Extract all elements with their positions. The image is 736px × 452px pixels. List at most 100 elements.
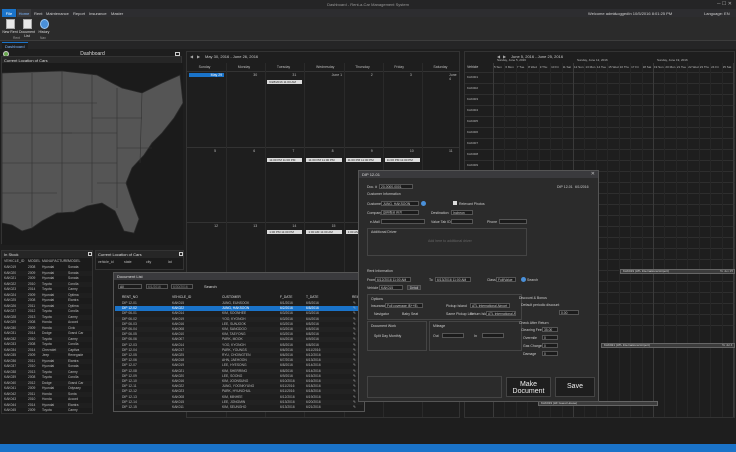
edit-icon[interactable]: ✎ <box>353 384 356 388</box>
detail-button[interactable]: Detail <box>407 285 421 290</box>
new-rent-button[interactable]: New Rent <box>2 19 18 34</box>
edit-icon[interactable]: ✎ <box>353 363 356 367</box>
calendar-date[interactable]: 3 <box>410 73 412 77</box>
to-date-field[interactable]: 6/13/2016 11:00 AM <box>435 277 471 282</box>
table-row[interactable]: KAK024 2009 Hyundai Optima <box>2 292 92 298</box>
edit-icon[interactable]: ✎ <box>353 374 356 378</box>
table-row[interactable]: KAK036 2011 Hyundai Elantra <box>2 358 92 364</box>
expand-icon[interactable] <box>88 252 92 256</box>
table-row[interactable]: KAK043 2010 Honda Accord <box>2 397 92 402</box>
doc-no-field[interactable]: 20-0000-0001 <box>379 184 413 189</box>
return-select[interactable]: ATL International Airport <box>486 311 516 316</box>
edit-icon[interactable]: ✎ <box>353 389 356 393</box>
table-row[interactable]: KAK028 2013 Toyota Camry <box>2 314 92 320</box>
table-row[interactable]: KAK033 2008 Toyota Corolla <box>2 342 92 347</box>
schedule-vehicle-row[interactable]: KAK007 <box>467 141 478 145</box>
relevant-photos-checkbox[interactable] <box>453 201 457 205</box>
schedule-vehicle-row[interactable]: KAK001 <box>467 75 478 79</box>
calendar-event[interactable]: 11:00 PM 11:00 PM <box>267 158 303 162</box>
calendar-event[interactable]: 1:00 AM 11:00 AM <box>306 230 342 234</box>
booking-bar[interactable]: KAK021 (ATL International Airport) <box>601 343 735 348</box>
from-date-field[interactable]: 6/12/2016 11:00 AM <box>375 277 411 282</box>
document-column-header[interactable]: T_DATE <box>306 295 318 299</box>
out-mileage-field[interactable] <box>442 333 464 338</box>
filter-to-date[interactable]: 6/30/2016 <box>171 284 193 289</box>
class-field[interactable]: Full/Value <box>496 277 516 282</box>
table-row[interactable]: KAK023 2014 Toyota Camry <box>2 287 92 292</box>
document-column-header[interactable]: F_DATE <box>280 295 292 299</box>
tab-dashboard[interactable]: Dashboard <box>2 42 28 49</box>
edit-icon[interactable]: ✎ <box>353 358 356 362</box>
calendar-date[interactable]: 13 <box>253 224 257 228</box>
table-row[interactable]: KAK029 2008 Honda Accord <box>2 320 92 325</box>
table-row[interactable]: KAK039 2008 Toyota Corolla <box>2 375 92 380</box>
value-tab-field[interactable] <box>451 219 473 224</box>
rent-search-label[interactable]: Search <box>527 278 538 282</box>
table-row[interactable]: KAK034 2014 Chevrolet Captiva <box>2 347 92 353</box>
schedule-vehicle-row[interactable]: KAK003 <box>467 97 478 101</box>
overmile-field[interactable]: 0 <box>542 335 558 340</box>
schedule-vehicle-row[interactable]: KAK002 <box>467 86 478 90</box>
gas-charge-field[interactable]: 0 <box>542 343 558 348</box>
table-row[interactable]: KAK030 2009 Honda Civic <box>2 325 92 331</box>
remarks-box[interactable] <box>367 376 502 398</box>
split-day-checkbox[interactable]: Split Day Monthly <box>374 334 401 338</box>
in-stock-col-model[interactable]: MODEL <box>28 259 40 263</box>
table-row[interactable]: KAK035 2009 Jeep Renegade <box>2 353 92 358</box>
close-icon[interactable]: ✕ <box>591 171 595 177</box>
in-mileage-field[interactable] <box>482 333 504 338</box>
loc-col-vehicle[interactable]: vehicle_id <box>98 260 114 264</box>
calendar-event[interactable]: 11:00 PM 11:00 PM <box>306 158 342 162</box>
schedule-vehicle-row[interactable]: KAK005 <box>467 119 478 123</box>
calendar-date[interactable]: 9 <box>371 149 373 153</box>
cleaning-fee-field[interactable]: 35.00 <box>542 327 558 332</box>
document-column-header[interactable]: VEHICLE_ID <box>172 295 191 299</box>
calendar-next-icon[interactable]: ▶ <box>197 54 200 59</box>
edit-icon[interactable]: ✎ <box>353 306 356 310</box>
in-stock-col-manufacture[interactable]: MANUFACTURE <box>42 259 69 263</box>
menu-report[interactable]: Report <box>73 11 85 16</box>
calendar-date[interactable]: 10 <box>410 149 414 153</box>
table-row[interactable]: KAK019 2008 Hyundai Sonata <box>2 265 92 270</box>
search-button[interactable]: Search <box>204 284 217 289</box>
table-row[interactable]: KAK031 2014 Dodge Grand Car <box>2 331 92 336</box>
calendar-date[interactable]: 12 <box>214 224 218 228</box>
in-stock-col-vehicle[interactable]: VEHICLE_ID <box>4 259 24 263</box>
calendar-event[interactable]: 1:00 PM 11:00 PM <box>267 230 303 234</box>
filter-from-date[interactable]: 6/1/2016 <box>146 284 168 289</box>
calendar-date[interactable]: 8 <box>332 149 334 153</box>
discount-field[interactable]: 0.00 <box>559 310 579 315</box>
schedule-vehicle-row[interactable]: KAK008 <box>467 152 478 156</box>
baby-seat-checkbox[interactable]: Baby Seat <box>402 312 418 316</box>
loc-col-lat[interactable]: lat <box>168 260 172 264</box>
loc-col-state[interactable]: state <box>124 260 132 264</box>
table-row[interactable]: KAK020 2009 Hyundai Sonata <box>2 270 92 276</box>
window-controls[interactable]: ─ ☐ ✕ <box>717 1 732 7</box>
edit-icon[interactable]: ✎ <box>353 395 356 399</box>
calendar-date[interactable]: June 4 <box>449 73 459 81</box>
table-row[interactable]: KAK042 2011 Honda Sonta <box>2 391 92 397</box>
menu-maintenance[interactable]: Maintenance <box>46 11 69 16</box>
menu-rent[interactable]: Rent <box>34 11 42 16</box>
calendar-event[interactable]: 11:00 PM 11:00 PM <box>345 158 381 162</box>
edit-icon[interactable]: ✎ <box>353 332 356 336</box>
calendar-prev-icon[interactable]: ◀ <box>190 54 193 59</box>
calendar-event[interactable]: 11:00 PM 11:00 PM <box>384 158 420 162</box>
document-column-header[interactable]: RENT_NO <box>122 295 138 299</box>
history-button[interactable]: History <box>36 19 52 34</box>
menu-insurance[interactable]: Insurance <box>89 11 107 16</box>
edit-icon[interactable]: ✎ <box>353 348 356 352</box>
calendar-date[interactable]: 11 <box>449 149 453 153</box>
table-row[interactable]: DIP 12-15 KAK011 KIM, SEUNGHO 6/13/2016 6/21… <box>115 405 363 410</box>
table-row[interactable]: KAK045 2009 Toyota Camry <box>2 408 92 413</box>
calendar-date[interactable]: 30 <box>253 73 257 77</box>
email-field[interactable] <box>381 219 425 224</box>
language-select[interactable]: Language: EN <box>704 11 730 16</box>
edit-icon[interactable]: ✎ <box>353 369 356 373</box>
customer-search-icon[interactable] <box>421 201 426 206</box>
menu-master[interactable]: Master <box>111 11 123 16</box>
save-button[interactable]: Save <box>555 377 595 397</box>
schedule-vehicle-row[interactable]: KAK009 <box>467 163 478 167</box>
table-row[interactable]: KAK041 2009 Hyundai Odyssey <box>2 386 92 391</box>
document-list-button[interactable]: Document List <box>19 19 35 38</box>
